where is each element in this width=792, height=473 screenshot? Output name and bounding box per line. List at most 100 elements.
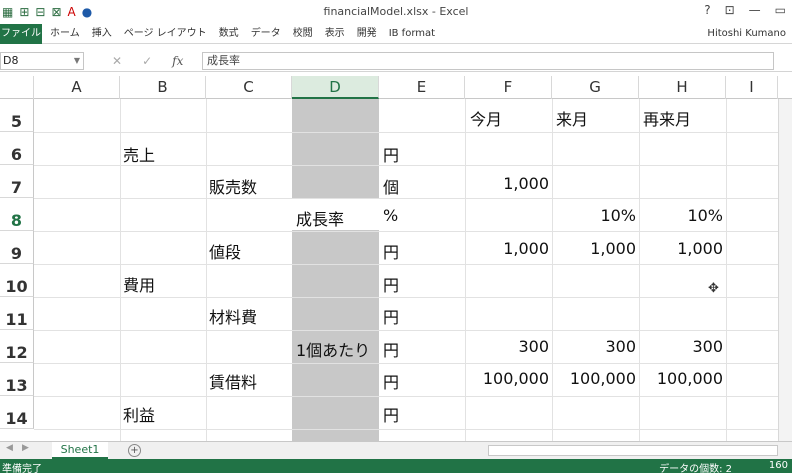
- next-sheet-icon[interactable]: ▶: [22, 443, 29, 453]
- enter-icon[interactable]: ✓: [142, 52, 152, 70]
- window-title: financialModel.xlsx - Excel: [323, 5, 469, 18]
- tab-data[interactable]: データ: [251, 24, 281, 44]
- gridline: [552, 99, 553, 441]
- tab-formulas[interactable]: 数式: [219, 24, 239, 44]
- cell-c11[interactable]: 材料費: [209, 304, 257, 328]
- row-header-6[interactable]: 6: [0, 132, 34, 165]
- cell-e14[interactable]: 円: [383, 402, 399, 426]
- gridline: [726, 99, 727, 441]
- window-controls: ? ⊡ — ▭: [704, 3, 786, 17]
- horizontal-scrollbar[interactable]: [488, 445, 778, 456]
- cell-h5[interactable]: 再来月: [643, 106, 691, 130]
- tab-review[interactable]: 校閲: [293, 24, 313, 44]
- column-header-b[interactable]: B: [120, 76, 206, 99]
- minimize-button[interactable]: —: [749, 3, 761, 17]
- cell-b6[interactable]: 売上: [123, 142, 155, 166]
- tab-insert[interactable]: 挿入: [92, 24, 112, 44]
- zoom-level[interactable]: 160: [769, 460, 788, 471]
- column-header-a[interactable]: A: [34, 76, 120, 99]
- cell-e9[interactable]: 円: [383, 239, 399, 263]
- tab-view[interactable]: 表示: [325, 24, 345, 44]
- cell-g9[interactable]: 1,000: [552, 239, 636, 258]
- file-tab[interactable]: ファイル: [0, 24, 42, 44]
- row-header-9[interactable]: 9: [0, 231, 34, 264]
- title-bar: ▦ ⊞ ⊟ ⊠ A ● financialModel.xlsx - Excel …: [0, 0, 792, 24]
- vertical-scrollbar[interactable]: [778, 99, 792, 441]
- cancel-icon[interactable]: ✕: [112, 52, 122, 70]
- column-header-f[interactable]: F: [465, 76, 552, 99]
- cell-e11[interactable]: 円: [383, 304, 399, 328]
- column-header-i[interactable]: I: [726, 76, 778, 99]
- cell-f7[interactable]: 1,000: [465, 174, 549, 193]
- row-header-8[interactable]: 8: [0, 198, 34, 231]
- cell-c9[interactable]: 値段: [209, 239, 241, 263]
- tab-developer[interactable]: 開発: [357, 24, 377, 44]
- cell-c7[interactable]: 販売数: [209, 174, 257, 198]
- column-header-d[interactable]: D: [292, 76, 379, 99]
- column-header-c[interactable]: C: [206, 76, 292, 99]
- cell-e7[interactable]: 個: [383, 174, 399, 198]
- cell-h8[interactable]: 10%: [639, 206, 723, 225]
- name-box-value: D8: [3, 54, 19, 67]
- cell-f9[interactable]: 1,000: [465, 239, 549, 258]
- chevron-down-icon[interactable]: ▼: [74, 53, 80, 69]
- cell-d12[interactable]: 1個あたり: [296, 337, 370, 361]
- formula-input[interactable]: 成長率: [202, 52, 774, 70]
- ribbon-tabs: ファイル ホーム 挿入 ページ レイアウト 数式 データ 校閲 表示 開発 IB…: [0, 24, 792, 44]
- add-sheet-icon[interactable]: +: [128, 444, 141, 457]
- row-header-12[interactable]: 12: [0, 330, 34, 363]
- row-header-14[interactable]: 14: [0, 396, 34, 429]
- prev-sheet-icon[interactable]: ◀: [6, 443, 13, 453]
- gridline: [34, 330, 792, 331]
- gridline: [34, 429, 792, 430]
- select-all-corner[interactable]: [0, 76, 34, 99]
- help-button[interactable]: ?: [704, 3, 710, 17]
- cell-b10[interactable]: 費用: [123, 272, 155, 296]
- selected-column-d[interactable]: [292, 99, 379, 441]
- cell-g13[interactable]: 100,000: [552, 369, 636, 388]
- row-header-7[interactable]: 7: [0, 165, 34, 198]
- column-header-h[interactable]: H: [639, 76, 726, 99]
- ribbon-display-button[interactable]: ⊡: [725, 3, 735, 17]
- status-bar: 準備完了 データの個数: 2 160: [0, 459, 792, 473]
- cell-f12[interactable]: 300: [465, 337, 549, 356]
- cell-e12[interactable]: 円: [383, 337, 399, 361]
- column-header-g[interactable]: G: [552, 76, 639, 99]
- cell-f13[interactable]: 100,000: [465, 369, 549, 388]
- name-box[interactable]: D8 ▼: [0, 52, 84, 70]
- maximize-button[interactable]: ▭: [775, 3, 786, 17]
- cell-b14[interactable]: 利益: [123, 402, 155, 426]
- column-header-e[interactable]: E: [379, 76, 465, 99]
- row-header-5[interactable]: 5: [0, 99, 34, 132]
- tab-ib-format[interactable]: IB format: [389, 24, 435, 44]
- cell-f5[interactable]: 今月: [470, 106, 502, 130]
- gridline: [34, 132, 792, 133]
- cell-h9[interactable]: 1,000: [639, 239, 723, 258]
- status-ready: 準備完了: [2, 464, 42, 473]
- cell-e10[interactable]: 円: [383, 272, 399, 296]
- row-header-10[interactable]: 10: [0, 264, 34, 297]
- insert-function-icon[interactable]: fx: [172, 52, 183, 70]
- gridline: [34, 297, 792, 298]
- row-header-13[interactable]: 13: [0, 363, 34, 396]
- cell-e6[interactable]: 円: [383, 142, 399, 166]
- cell-e13[interactable]: 円: [383, 369, 399, 393]
- cell-d8[interactable]: 成長率: [296, 206, 344, 230]
- tab-home[interactable]: ホーム: [50, 24, 80, 44]
- cell-g5[interactable]: 来月: [556, 106, 588, 130]
- user-name[interactable]: Hitoshi Kumano: [707, 24, 786, 44]
- cell-h13[interactable]: 100,000: [639, 369, 723, 388]
- gridline: [34, 231, 792, 232]
- gridline: [206, 99, 207, 441]
- tab-page-layout[interactable]: ページ レイアウト: [124, 24, 207, 44]
- cell-g8[interactable]: 10%: [552, 206, 636, 225]
- cell-c13[interactable]: 賃借料: [209, 369, 257, 393]
- cell-h12[interactable]: 300: [639, 337, 723, 356]
- cursor-crosshair-icon: ✥: [708, 281, 719, 296]
- cell-g12[interactable]: 300: [552, 337, 636, 356]
- column-headers: A B C D E F G H I: [0, 76, 792, 99]
- gridline: [34, 198, 792, 199]
- row-header-11[interactable]: 11: [0, 297, 34, 330]
- cell-e8[interactable]: %: [383, 206, 398, 225]
- sheet-tab-sheet1[interactable]: Sheet1: [52, 442, 108, 459]
